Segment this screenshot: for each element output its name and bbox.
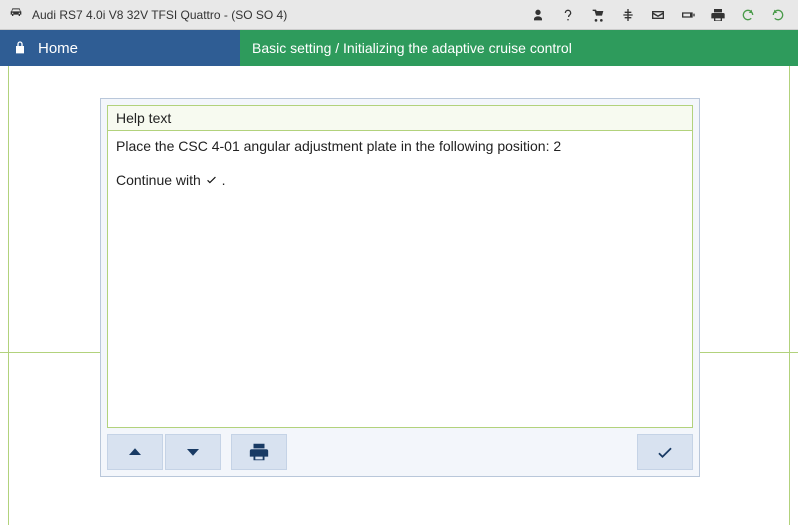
main-area: Help text Place the CSC 4-01 angular adj… <box>0 66 798 525</box>
confirm-button[interactable] <box>637 434 693 470</box>
up-button[interactable] <box>107 434 163 470</box>
refresh-right-icon[interactable] <box>766 3 790 27</box>
home-button[interactable]: Home <box>0 30 240 66</box>
breadcrumb-text: Basic setting / Initializing the adaptiv… <box>252 40 572 56</box>
help-continue: Continue with . <box>116 171 684 191</box>
breadcrumb: Basic setting / Initializing the adaptiv… <box>240 30 798 66</box>
person-icon[interactable] <box>526 3 550 27</box>
continue-suffix: . <box>218 172 226 188</box>
battery-icon[interactable] <box>676 3 700 27</box>
lock-icon <box>12 40 28 56</box>
car-icon <box>8 4 24 25</box>
nav-row: Home Basic setting / Initializing the ad… <box>0 30 798 66</box>
title-bar: Audi RS7 4.0i V8 32V TFSI Quattro - (SO … <box>0 0 798 30</box>
tree-icon[interactable] <box>616 3 640 27</box>
help-header: Help text <box>108 106 692 131</box>
toolbar <box>526 3 790 27</box>
cart-icon[interactable] <box>586 3 610 27</box>
home-label: Home <box>38 40 78 57</box>
help-box: Help text Place the CSC 4-01 angular adj… <box>107 105 693 428</box>
checkmark-icon <box>205 172 218 188</box>
continue-prefix: Continue with <box>116 172 205 188</box>
help-body: Place the CSC 4-01 angular adjustment pl… <box>108 131 692 427</box>
help-panel: Help text Place the CSC 4-01 angular adj… <box>100 98 700 477</box>
grid-line <box>8 66 9 525</box>
help-icon[interactable] <box>556 3 580 27</box>
grid-line <box>789 66 790 525</box>
vehicle-title: Audi RS7 4.0i V8 32V TFSI Quattro - (SO … <box>32 8 526 22</box>
print-icon[interactable] <box>706 3 730 27</box>
action-bar <box>101 434 699 476</box>
mail-icon[interactable] <box>646 3 670 27</box>
print-button[interactable] <box>231 434 287 470</box>
refresh-left-icon[interactable] <box>736 3 760 27</box>
down-button[interactable] <box>165 434 221 470</box>
help-line-1: Place the CSC 4-01 angular adjustment pl… <box>116 137 684 157</box>
